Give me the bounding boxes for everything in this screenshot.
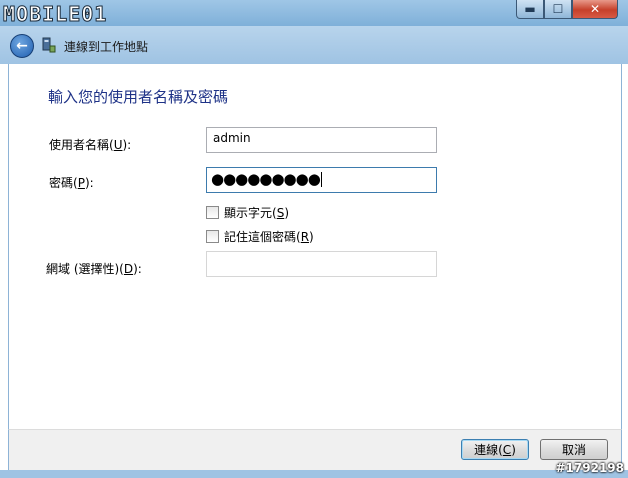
form-content: 輸入您的使用者名稱及密碼 使用者名稱(U): admin 密碼(P): ●●●●… (8, 64, 622, 429)
wizard-title: 連線到工作地點 (64, 40, 149, 54)
password-masked-value: ●●●●●●●●● (211, 170, 322, 188)
connect-button[interactable]: 連線(C) (461, 439, 529, 460)
button-bar: 連線(C) 取消 (8, 429, 622, 471)
remember-password-checkbox[interactable]: 記住這個密碼(R) (206, 228, 314, 245)
title-bar[interactable]: MOBILE01 ▬ ☐ ✕ (0, 0, 628, 27)
username-label: 使用者名稱(U): (49, 138, 132, 152)
password-input[interactable]: ●●●●●●●●● (206, 167, 437, 193)
mobile01-logo: MOBILE01 (2, 2, 108, 27)
close-icon: ✕ (589, 2, 601, 16)
back-arrow-icon: ← (16, 38, 28, 54)
cancel-button[interactable]: 取消 (540, 439, 608, 460)
window-frame-bottom (0, 470, 628, 478)
username-input[interactable]: admin (206, 127, 437, 153)
close-button[interactable]: ✕ (572, 0, 618, 19)
network-icon (42, 37, 56, 53)
minimize-icon: ▬ (524, 2, 536, 16)
navigation-bar: ← 連線到工作地點 (0, 26, 628, 64)
show-characters-label: 顯示字元(S) (224, 206, 289, 220)
domain-input[interactable] (206, 251, 437, 277)
minimize-button[interactable]: ▬ (516, 0, 544, 19)
back-button[interactable]: ← (10, 34, 34, 58)
maximize-icon: ☐ (552, 2, 564, 16)
maximize-button[interactable]: ☐ (544, 0, 572, 19)
text-caret (320, 172, 322, 187)
checkbox-box[interactable] (206, 206, 219, 219)
domain-label: 網域 (選擇性)(D): (46, 262, 142, 276)
remember-password-label: 記住這個密碼(R) (224, 230, 314, 244)
page-heading: 輸入您的使用者名稱及密碼 (48, 88, 229, 106)
checkbox-box[interactable] (206, 230, 219, 243)
window-controls: ▬ ☐ ✕ (516, 0, 618, 20)
watermark: #1792198 (555, 461, 624, 475)
username-value: admin (213, 131, 251, 145)
dialog-window: MOBILE01 ▬ ☐ ✕ ← 連線到工作地點 輸入您的使用者名稱及密碼 使用… (0, 0, 628, 478)
show-characters-checkbox[interactable]: 顯示字元(S) (206, 204, 289, 221)
password-label: 密碼(P): (49, 176, 94, 190)
